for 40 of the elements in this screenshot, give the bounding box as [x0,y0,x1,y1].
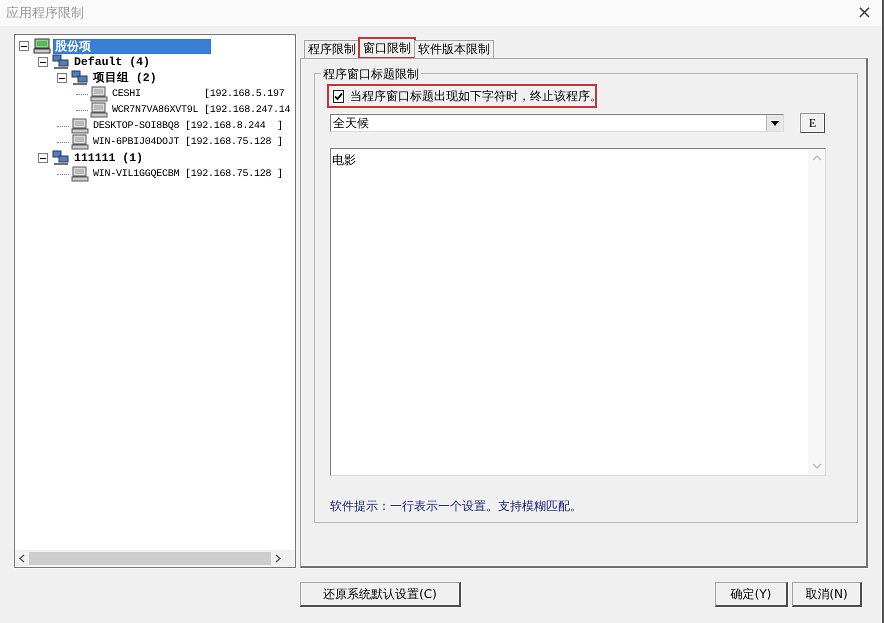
restore-defaults-button[interactable]: 还原系统默认设置(C) [300,582,461,607]
computer-icon [90,86,108,102]
tree-item[interactable]: WCR7N7VA86XVT9L [192.168.247.14 [110,102,292,118]
computer-icon [71,134,89,150]
tree-item[interactable]: 111111 (1) [72,150,146,166]
tree-item[interactable]: 项目组 (2) [91,70,159,86]
caret-icon [771,120,779,126]
tree-item[interactable]: DESKTOP-SOI8BQ8 [192.168.8.244 ] [91,118,285,134]
collapse-icon[interactable] [57,73,67,83]
network-icon [33,38,51,54]
scroll-left-icon[interactable] [19,554,25,563]
e-button[interactable]: E [800,113,825,133]
window-title: 应用程序限制 [6,5,84,22]
network-icon [71,70,89,86]
tree-item[interactable]: 股份项 [53,38,211,54]
horizontal-scrollbar[interactable] [15,550,295,567]
computer-icon [71,118,89,134]
scroll-right-icon[interactable] [275,554,281,563]
computer-icon [90,102,108,118]
checkbox-label[interactable]: 当程序窗口标题出现如下字符时，终止该程序。 [350,88,602,104]
ok-button[interactable]: 确定(Y) [715,582,788,607]
checkbox[interactable] [333,90,344,102]
computer-icon [71,166,89,182]
collapse-icon[interactable] [38,57,48,67]
collapse-icon[interactable] [19,41,29,51]
cancel-button[interactable]: 取消(N) [792,582,862,607]
tree-item[interactable]: WIN-6PBIJ04DOJT [192.168.75.128 ] [91,134,285,150]
tree-item[interactable]: WIN-VIL1GGQECBM [192.168.75.128 ] [91,166,285,182]
tree-item[interactable]: Default (4) [72,54,152,70]
network-icon [52,150,70,166]
group-title: 程序窗口标题限制 [321,66,421,83]
dropdown[interactable]: 全天候 [330,114,784,132]
tab[interactable]: 窗口限制 [359,38,415,58]
tree-item[interactable]: CESHI [192.168.5.197 [110,86,287,102]
collapse-icon[interactable] [38,153,48,163]
hint-text: 软件提示：一行表示一个设置。支持模糊匹配。 [330,498,583,515]
tab[interactable]: 程序限制 [304,40,360,58]
close-button[interactable]: × [852,4,876,22]
network-icon [52,54,70,70]
tab[interactable]: 软件版本限制 [414,40,494,58]
